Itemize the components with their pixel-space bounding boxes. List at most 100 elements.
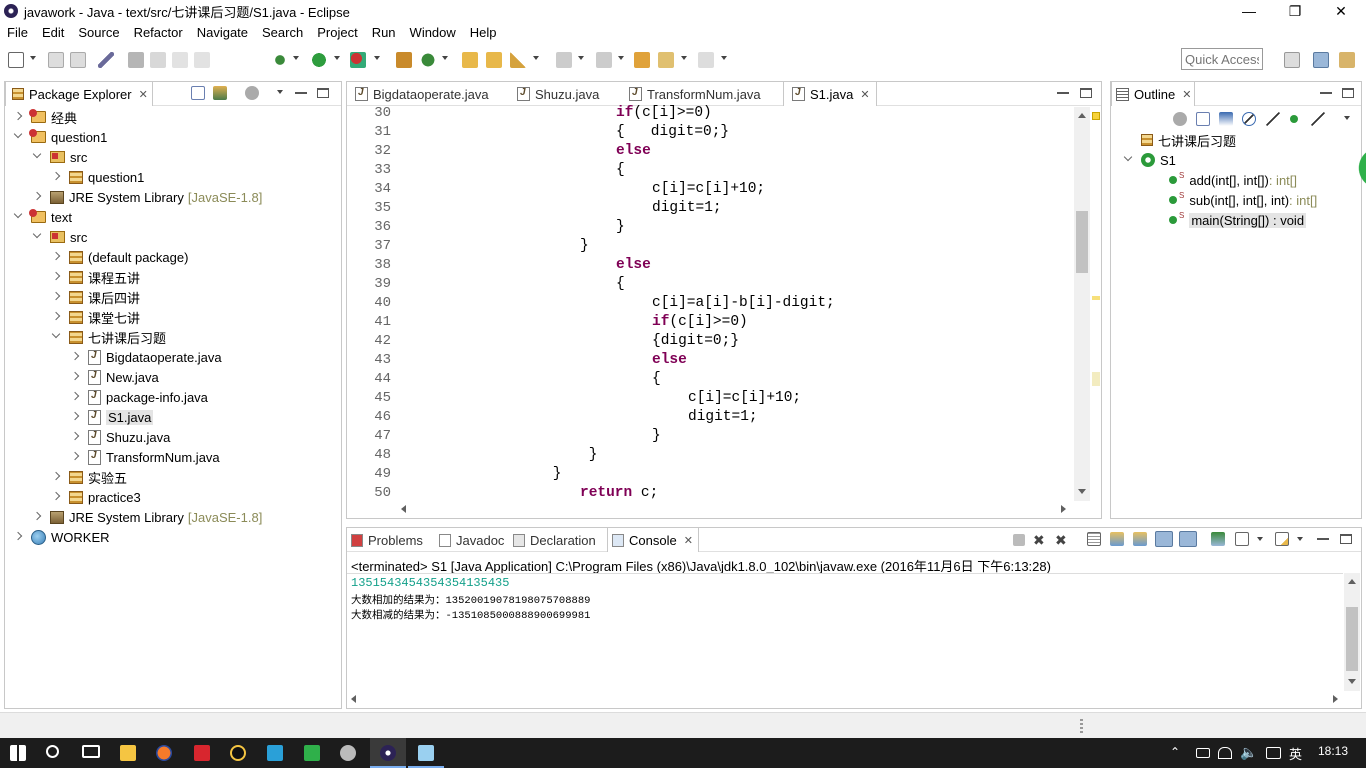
tree-item[interactable]: 实验五 xyxy=(51,467,127,487)
chevron-right-icon[interactable] xyxy=(70,451,82,463)
open-console-dropdown-icon[interactable] xyxy=(1297,537,1303,541)
display-console-dropdown-icon[interactable] xyxy=(1257,537,1263,541)
tab-outline[interactable]: Outline ✕ xyxy=(1111,82,1195,106)
minimize-view-icon[interactable] xyxy=(295,88,307,94)
close-icon[interactable]: ✕ xyxy=(1182,88,1191,101)
tree-item[interactable]: Shuzu.java xyxy=(70,427,170,447)
next-annotation-icon[interactable] xyxy=(556,52,572,68)
tree-item[interactable]: Bigdataoperate.java xyxy=(70,347,222,367)
display-console-icon[interactable] xyxy=(1235,532,1249,546)
taskbar-eclipse-button[interactable] xyxy=(370,738,406,768)
scroll-left-icon[interactable] xyxy=(401,505,406,513)
chevron-right-icon[interactable] xyxy=(32,511,44,523)
scroll-left-icon[interactable] xyxy=(351,695,356,703)
chevron-right-icon[interactable] xyxy=(32,191,44,203)
close-icon[interactable]: ✕ xyxy=(1318,0,1364,22)
debug-icon[interactable] xyxy=(272,52,288,68)
scroll-right-icon[interactable] xyxy=(1333,695,1338,703)
block-selection-icon[interactable] xyxy=(172,52,188,68)
outline-item[interactable]: Ssub(int[], int[], int) : int[] xyxy=(1169,190,1317,210)
chevron-right-icon[interactable] xyxy=(70,391,82,403)
code-editor[interactable]: 30 if(c[i]>=0) 31{ digit=0;} 32 else 33{34 c[i… xyxy=(347,105,1101,518)
close-icon[interactable]: ✕ xyxy=(860,88,869,101)
chevron-right-icon[interactable] xyxy=(51,271,63,283)
ime-indicator[interactable]: 英 xyxy=(1289,744,1302,763)
app-icon[interactable] xyxy=(267,745,283,761)
previous-annotation-icon[interactable] xyxy=(596,52,612,68)
overview-warning-marker[interactable] xyxy=(1092,112,1100,120)
scroll-right-icon[interactable] xyxy=(1061,505,1066,513)
tree-item[interactable]: 经典 xyxy=(13,107,77,127)
tree-item[interactable]: 课程五讲 xyxy=(51,267,140,287)
scroll-down-icon[interactable] xyxy=(1348,679,1356,684)
run-dropdown-icon[interactable] xyxy=(334,56,340,60)
volume-icon[interactable]: 🔈 xyxy=(1240,744,1257,761)
tab-problems[interactable]: Problems xyxy=(347,528,433,552)
restore-icon[interactable]: ❐ xyxy=(1272,0,1318,22)
java-perspective-icon[interactable] xyxy=(1339,52,1355,68)
menu-run[interactable]: Run xyxy=(365,25,403,40)
open-task-icon[interactable] xyxy=(486,52,502,68)
chevron-right-icon[interactable] xyxy=(51,491,63,503)
editor-tab[interactable]: TransformNum.java xyxy=(621,82,781,106)
scroll-down-icon[interactable] xyxy=(1078,489,1086,494)
chevron-down-icon[interactable] xyxy=(51,331,63,343)
quick-access-input[interactable] xyxy=(1181,48,1263,70)
debug-dropdown-icon[interactable] xyxy=(293,56,299,60)
clear-console-icon[interactable] xyxy=(1087,532,1101,546)
save-icon[interactable] xyxy=(48,52,64,68)
forward-icon[interactable] xyxy=(698,52,714,68)
view-menu-icon[interactable] xyxy=(1344,116,1350,120)
sort-icon[interactable] xyxy=(1219,112,1233,126)
new-java-project-icon[interactable] xyxy=(396,52,412,68)
chevron-up-icon[interactable]: ⌃ xyxy=(1170,745,1180,759)
toggle-mark-icon[interactable] xyxy=(128,52,144,68)
hide-static-icon[interactable] xyxy=(1266,112,1280,126)
overview-occurrence-marker[interactable] xyxy=(1092,372,1100,386)
chevron-right-icon[interactable] xyxy=(70,411,82,423)
search-dropdown-icon[interactable] xyxy=(533,56,539,60)
chevron-down-icon[interactable] xyxy=(13,211,25,223)
menu-navigate[interactable]: Navigate xyxy=(190,25,255,40)
view-menu-icon[interactable] xyxy=(277,90,283,94)
wifi-icon[interactable] xyxy=(1218,747,1232,759)
menu-refactor[interactable]: Refactor xyxy=(127,25,190,40)
chevron-right-icon[interactable] xyxy=(51,291,63,303)
maximize-view-icon[interactable] xyxy=(1340,534,1352,544)
progress-badge[interactable] xyxy=(1349,148,1366,188)
close-icon[interactable]: ✕ xyxy=(684,534,693,547)
whitespace-icon[interactable] xyxy=(194,52,210,68)
menu-project[interactable]: Project xyxy=(310,25,364,40)
console-scroll-thumb[interactable] xyxy=(1346,607,1358,671)
chevron-right-icon[interactable] xyxy=(51,471,63,483)
hide-local-types-icon[interactable] xyxy=(1311,112,1325,126)
maximize-editor-icon[interactable] xyxy=(1080,88,1092,98)
hide-nonpublic-icon[interactable] xyxy=(1290,115,1298,123)
network-icon[interactable] xyxy=(1196,748,1210,758)
new-icon[interactable] xyxy=(8,52,24,68)
open-type-icon[interactable] xyxy=(462,52,478,68)
pin-console-icon[interactable] xyxy=(1211,532,1225,546)
java-ee-perspective-icon[interactable] xyxy=(1313,52,1329,68)
show-on-stderr-icon[interactable] xyxy=(1179,531,1197,547)
focus-icon[interactable] xyxy=(245,86,259,100)
tree-item[interactable]: JRE System Library [JavaSE-1.8] xyxy=(32,187,262,207)
tab-declaration[interactable]: Declaration xyxy=(509,528,605,552)
chevron-right-icon[interactable] xyxy=(13,111,25,123)
terminate-icon[interactable] xyxy=(1013,534,1025,546)
tab-javadoc[interactable]: Javadoc xyxy=(435,528,507,552)
outline-item[interactable]: S1 xyxy=(1123,150,1176,170)
task-view-icon[interactable] xyxy=(82,745,100,758)
external-tools-dropdown-icon[interactable] xyxy=(374,56,380,60)
remove-launch-icon[interactable]: ✖ xyxy=(1033,532,1049,548)
hide-fields-icon[interactable] xyxy=(1242,112,1256,126)
previous-annotation-dropdown-icon[interactable] xyxy=(618,56,624,60)
tree-item[interactable]: TransformNum.java xyxy=(70,447,220,467)
console-horizontal-scrollbar[interactable] xyxy=(347,692,1343,706)
focus-icon[interactable] xyxy=(1173,112,1187,126)
open-console-icon[interactable] xyxy=(1275,532,1289,546)
tree-item[interactable]: 七讲课后习题 xyxy=(51,327,166,347)
search-icon[interactable] xyxy=(46,745,59,758)
editor-vertical-scrollbar[interactable] xyxy=(1074,107,1090,501)
maximize-view-icon[interactable] xyxy=(317,88,329,98)
